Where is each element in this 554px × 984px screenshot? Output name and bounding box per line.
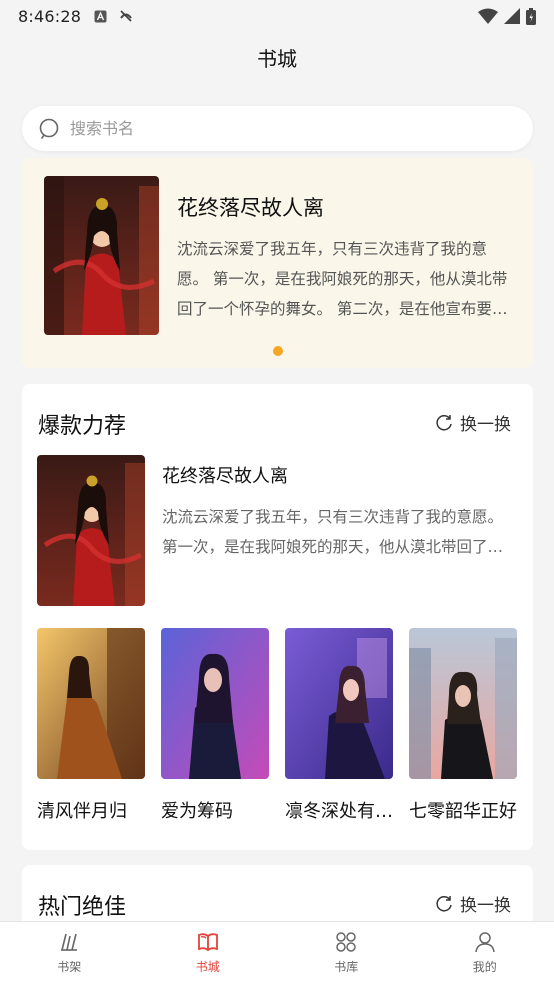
- nav-item-profile[interactable]: 我的: [416, 922, 554, 984]
- user-icon: [473, 930, 497, 954]
- search-icon: [38, 117, 62, 141]
- book-title[interactable]: 七零韶华正好: [409, 797, 517, 823]
- nav-label: 书城: [195, 960, 220, 974]
- refresh-icon: [434, 413, 454, 433]
- wifi-icon: [478, 8, 498, 24]
- book-cover[interactable]: [161, 628, 269, 779]
- book-open-icon: [196, 930, 220, 954]
- search-input[interactable]: [70, 119, 470, 138]
- recommend-section: 爆款力荐 换一换 花终落尽故人离 沈流云深爱了我五年，只有三次违背了我的意愿。 …: [22, 384, 533, 850]
- status-bar: 8:46:28: [0, 0, 554, 32]
- page-title: 书城: [257, 46, 297, 71]
- banner-book-description: 沈流云深爱了我五年，只有三次违背了我的意愿。 第一次，是在我阿娘死的那天，他从漠…: [177, 240, 508, 318]
- status-time: 8:46:28: [18, 6, 82, 26]
- text-a-icon: [93, 9, 107, 23]
- featured-book-cover[interactable]: [37, 455, 145, 606]
- refresh-label: 换一换: [460, 896, 511, 916]
- no-signal-icon: [119, 9, 133, 23]
- book-title[interactable]: 凛冬深处有暖阳: [285, 797, 393, 823]
- book-title[interactable]: 清风伴月归: [37, 797, 145, 823]
- section-title: 热门绝佳: [38, 895, 127, 920]
- banner-book-cover[interactable]: [44, 176, 159, 335]
- banner-book-title[interactable]: 花终落尽故人离: [177, 192, 324, 222]
- book-card[interactable]: 爱为筹码: [161, 628, 269, 823]
- featured-book-description: 沈流云深爱了我五年，只有三次违背了我的意愿。 第一次，是在我阿娘死的那天，他从漠…: [162, 508, 504, 556]
- battery-icon: [526, 7, 536, 25]
- bottom-nav: 书架 书城 书库 我的: [0, 921, 554, 984]
- page-header: 书城: [0, 32, 554, 82]
- nav-label: 书库: [334, 960, 359, 974]
- bookshelf-icon: [57, 930, 81, 954]
- carousel-indicator-dot[interactable]: [273, 346, 283, 356]
- section-title: 爆款力荐: [38, 414, 127, 439]
- grid-circles-icon: [334, 930, 358, 954]
- refresh-button[interactable]: 换一换: [434, 891, 511, 916]
- refresh-button[interactable]: 换一换: [434, 410, 511, 435]
- book-title[interactable]: 爱为筹码: [161, 797, 269, 823]
- nav-item-bookstore[interactable]: 书城: [139, 922, 278, 984]
- nav-item-bookshelf[interactable]: 书架: [0, 922, 139, 984]
- book-cover[interactable]: [285, 628, 393, 779]
- book-card[interactable]: 清风伴月归: [37, 628, 145, 823]
- book-card[interactable]: 七零韶华正好: [409, 628, 517, 823]
- search-bar[interactable]: [22, 106, 533, 151]
- book-cover[interactable]: [37, 628, 145, 779]
- cell-signal-icon: [504, 8, 520, 24]
- nav-label: 书架: [57, 960, 82, 974]
- book-grid: 清风伴月归 爱为筹码 凛冬深处有暖 七零韶华正好: [37, 628, 517, 823]
- book-card[interactable]: 凛冬深处有暖阳: [285, 628, 393, 823]
- featured-book-title[interactable]: 花终落尽故人离: [162, 462, 288, 488]
- book-cover[interactable]: [409, 628, 517, 779]
- refresh-label: 换一换: [460, 415, 511, 435]
- nav-label: 我的: [472, 960, 497, 974]
- refresh-icon: [434, 894, 454, 914]
- nav-item-library[interactable]: 书库: [277, 922, 416, 984]
- banner-carousel[interactable]: 花终落尽故人离 沈流云深爱了我五年，只有三次违背了我的意愿。 第一次，是在我阿娘…: [22, 158, 533, 368]
